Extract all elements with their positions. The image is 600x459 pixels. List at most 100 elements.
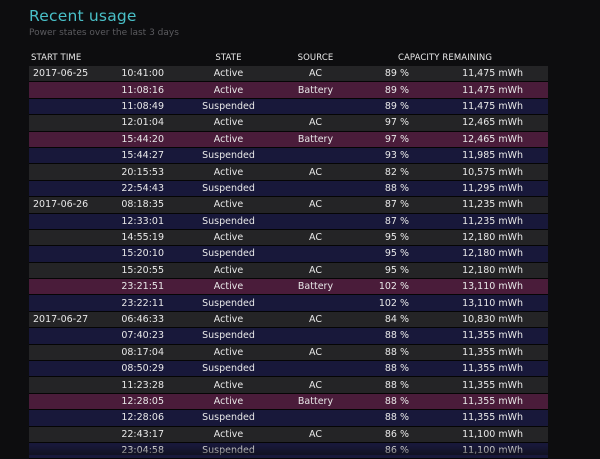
- cell-capacity-mwh: 11,355 mWh: [462, 330, 523, 342]
- cell-state: Active: [213, 133, 244, 145]
- table-row: 2017-06-25 10:41:00 Active AC 89 % 11,475 mWh: [29, 66, 548, 83]
- cell-capacity-mwh: 11,235 mWh: [462, 199, 523, 211]
- cell-time: 06:46:33: [121, 314, 164, 326]
- cell-capacity-mwh: 11,355 mWh: [462, 396, 523, 407]
- cell-time: 12:28:06: [121, 412, 164, 424]
- table-row: 23:04:58 Suspended 86 % 11,100 mWh: [29, 442, 548, 459]
- cell-state: Suspended: [202, 330, 255, 342]
- cell-source: Battery: [297, 84, 334, 96]
- cell-time: 12:33:01: [121, 215, 164, 227]
- cell-state: Active: [213, 232, 244, 244]
- cell-capacity-percent: 95 %: [384, 232, 409, 244]
- cell-capacity-percent: 88 %: [384, 379, 409, 391]
- cell-time: 10:41:00: [121, 68, 164, 80]
- table-row: 08:17:04 Active AC 88 % 11,355 mWh: [29, 344, 548, 362]
- cell-capacity-mwh: 13,110 mWh: [462, 281, 523, 293]
- column-header-capacity: CAPACITY REMAINING: [397, 53, 493, 63]
- table-row: 15:44:20 Active Battery 97 % 12,465 mWh: [29, 131, 548, 148]
- cell-capacity-percent: 86 %: [384, 428, 409, 440]
- cell-capacity-mwh: 11,355 mWh: [462, 363, 523, 375]
- cell-time: 15:44:20: [121, 133, 164, 145]
- cell-source: Battery: [297, 133, 334, 145]
- table-row: 15:20:55 Active AC 95 % 12,180 mWh: [29, 262, 548, 280]
- table-row: 11:23:28 Active AC 88 % 11,355 mWh: [29, 377, 548, 394]
- cell-capacity-mwh: 11,985 mWh: [462, 150, 523, 162]
- cell-state: Active: [213, 117, 244, 129]
- cell-state: Suspended: [202, 150, 255, 162]
- cell-source: AC: [309, 117, 322, 129]
- table-row: 07:40:23 Suspended 88 % 11,355 mWh: [29, 328, 548, 345]
- table-row: 12:28:06 Suspended 88 % 11,355 mWh: [29, 410, 548, 427]
- cell-state: Active: [213, 199, 244, 211]
- cell-time: 22:54:43: [121, 182, 164, 194]
- cell-date: 2017-06-27: [33, 314, 89, 326]
- cell-state: Suspended: [202, 412, 255, 424]
- cell-time: 23:21:51: [121, 281, 164, 293]
- cell-state: Active: [213, 166, 244, 178]
- cell-capacity-percent: 87 %: [384, 215, 409, 227]
- table-row: 12:01:04 Active AC 97 % 12,465 mWh: [29, 115, 548, 132]
- cell-time: 15:44:27: [121, 150, 164, 162]
- cell-time: 20:15:53: [121, 166, 164, 178]
- cell-state: Suspended: [202, 248, 255, 260]
- cell-source: AC: [309, 166, 322, 178]
- cell-capacity-mwh: 11,355 mWh: [462, 412, 523, 424]
- cell-capacity-mwh: 13,110 mWh: [462, 297, 523, 309]
- table-row: 11:08:16 Active Battery 89 % 11,475 mWh: [29, 82, 548, 99]
- table-row: 22:43:17 Active AC 86 % 11,100 mWh: [29, 426, 548, 443]
- cell-time: 14:55:19: [121, 232, 164, 244]
- cell-time: 15:20:55: [121, 264, 164, 276]
- cell-time: 08:18:35: [121, 199, 164, 211]
- cell-state: Active: [213, 428, 244, 440]
- table-row: 11:08:49 Suspended 89 % 11,475 mWh: [29, 98, 548, 116]
- cell-source: AC: [309, 232, 322, 244]
- cell-date: 2017-06-26: [33, 199, 89, 211]
- cell-time: 11:08:49: [121, 100, 164, 112]
- cell-capacity-mwh: 12,465 mWh: [462, 117, 523, 129]
- cell-capacity-percent: 87 %: [384, 199, 409, 211]
- cell-time: 12:28:05: [121, 396, 164, 407]
- table-header: START TIME STATE SOURCE CAPACITY REMAINI…: [29, 51, 548, 65]
- table-row: 15:20:10 Suspended 95 % 12,180 mWh: [29, 246, 548, 263]
- cell-time: 12:01:04: [121, 117, 164, 129]
- cell-capacity-mwh: 11,355 mWh: [462, 346, 523, 358]
- cell-capacity-percent: 97 %: [384, 133, 409, 145]
- cell-capacity-mwh: 10,830 mWh: [462, 314, 523, 326]
- cell-capacity-mwh: 11,295 mWh: [462, 182, 523, 194]
- cell-state: Suspended: [202, 100, 255, 112]
- cell-capacity-percent: 95 %: [384, 264, 409, 276]
- cell-capacity-mwh: 11,235 mWh: [462, 215, 523, 227]
- cell-source: AC: [309, 428, 322, 440]
- cell-state: Active: [213, 84, 244, 96]
- cell-capacity-mwh: 11,475 mWh: [462, 68, 523, 80]
- cell-time: 23:22:11: [121, 297, 164, 309]
- cell-state: Suspended: [202, 182, 255, 194]
- cell-source: AC: [309, 68, 322, 80]
- table-row: 15:44:27 Suspended 93 % 11,985 mWh: [29, 147, 548, 165]
- cell-source: AC: [309, 314, 322, 326]
- table-row: 20:15:53 Active AC 82 % 10,575 mWh: [29, 164, 548, 181]
- column-header-start-time: START TIME: [31, 53, 82, 63]
- cell-capacity-percent: 88 %: [384, 330, 409, 342]
- cell-capacity-mwh: 12,180 mWh: [462, 248, 523, 260]
- cell-capacity-percent: 97 %: [384, 117, 409, 129]
- cell-state: Active: [213, 281, 244, 293]
- cell-capacity-mwh: 11,475 mWh: [462, 84, 523, 96]
- page-title: Recent usage: [29, 7, 137, 25]
- column-header-state: STATE: [215, 53, 242, 63]
- table-row: 22:54:43 Suspended 88 % 11,295 mWh: [29, 180, 548, 198]
- cell-time: 08:17:04: [121, 346, 164, 358]
- cell-capacity-percent: 88 %: [384, 396, 409, 407]
- table-row: 2017-06-27 06:46:33 Active AC 84 % 10,830 mWh: [29, 311, 548, 329]
- cell-state: Active: [213, 346, 244, 358]
- page-subtitle: Power states over the last 3 days: [29, 28, 179, 38]
- cell-state: Suspended: [202, 363, 255, 375]
- cell-capacity-mwh: 11,100 mWh: [462, 428, 523, 440]
- cell-capacity-percent: 88 %: [384, 182, 409, 194]
- cell-capacity-mwh: 11,355 mWh: [462, 379, 523, 391]
- cell-capacity-percent: 102 %: [378, 297, 409, 309]
- cell-source: Battery: [297, 396, 334, 407]
- cell-date: 2017-06-25: [33, 68, 89, 80]
- cell-time: 22:43:17: [121, 428, 164, 440]
- cell-source: AC: [309, 264, 322, 276]
